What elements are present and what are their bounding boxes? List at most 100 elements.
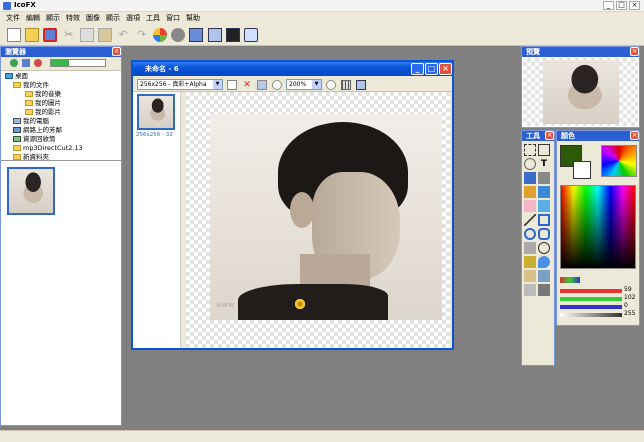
tree-item-pictures[interactable]: 我的圖片	[5, 99, 121, 108]
app-title: IcoFX	[14, 1, 36, 9]
tree-item-desktop[interactable]: 桌面	[5, 72, 121, 81]
green-slider[interactable]	[560, 297, 622, 301]
preview-windows-icon[interactable]	[189, 28, 204, 42]
windows-logo-icon[interactable]	[152, 28, 167, 42]
export-icon[interactable]	[257, 79, 267, 90]
colors-close-icon[interactable]: ×	[630, 131, 639, 140]
new-file-icon[interactable]	[7, 28, 21, 42]
tree-item-network[interactable]: 網路上的芳鄰	[5, 126, 121, 135]
red-value: 59	[624, 286, 632, 293]
apple-logo-icon[interactable]	[171, 28, 186, 42]
delete-image-icon[interactable]: ✕	[242, 80, 252, 90]
menu-tools[interactable]: 工具	[146, 13, 160, 23]
dodge-tool-icon[interactable]	[524, 284, 536, 296]
dropper-tool-icon[interactable]	[524, 256, 536, 268]
burn-tool-icon[interactable]	[538, 284, 550, 296]
brush-tool-icon[interactable]	[538, 186, 550, 198]
file-thumbnail[interactable]	[7, 167, 55, 215]
new-image-icon[interactable]	[227, 79, 237, 90]
zoom-select[interactable]: 200% ▼	[286, 79, 322, 90]
zoom-in-icon[interactable]	[326, 79, 336, 90]
palette-grid[interactable]	[601, 145, 637, 177]
explorer-close-icon[interactable]: ×	[112, 47, 121, 56]
pencil-tool-icon[interactable]	[524, 186, 536, 198]
eraser-tool-icon[interactable]	[524, 200, 536, 212]
text-tool-icon[interactable]: T	[538, 158, 550, 170]
tree-item-documents[interactable]: 我的文件	[5, 81, 121, 90]
tools-close-icon[interactable]: ×	[545, 131, 554, 140]
blue-slider[interactable]	[560, 305, 622, 309]
tree-item-videos[interactable]: 我的影片	[5, 108, 121, 117]
zoom-out-icon[interactable]	[272, 79, 282, 90]
folder-icon	[13, 82, 21, 88]
menu-view[interactable]: 顯示	[46, 13, 60, 23]
favorite-icon[interactable]	[34, 59, 43, 67]
menu-options[interactable]: 選項	[126, 13, 140, 23]
smudge-tool-icon[interactable]	[524, 242, 536, 254]
open-folder-icon[interactable]	[25, 28, 40, 42]
preview-image-area	[523, 58, 638, 126]
canvas-area[interactable]: WWW	[186, 92, 450, 348]
crop-tool-icon[interactable]	[538, 144, 550, 156]
fill-tool-icon[interactable]	[524, 172, 536, 184]
spray-tool-icon[interactable]	[538, 200, 550, 212]
document-minimize-icon[interactable]: _	[411, 63, 424, 75]
folder-tree: 桌面 我的文件 我的音樂 我的圖片 我的影片 我的電腦 網路上的芳鄰 資源回收筒…	[1, 71, 121, 161]
minimize-button[interactable]: _	[603, 1, 614, 10]
document-maximize-icon[interactable]: □	[425, 63, 438, 75]
view-icon[interactable]	[22, 59, 31, 67]
menu-display[interactable]: 顯示	[106, 13, 120, 23]
document-title-bar: 未命名 - 6 _ □ ×	[133, 62, 452, 76]
menu-image[interactable]: 圖像	[86, 13, 100, 23]
select-tool-icon[interactable]	[524, 144, 536, 156]
preview-toggle-icon[interactable]	[207, 28, 222, 42]
red-slider[interactable]	[560, 289, 622, 293]
image-format-thumbnail[interactable]	[137, 94, 175, 130]
rectangle-tool-icon[interactable]	[538, 214, 550, 226]
ellipse-tool-icon[interactable]	[524, 228, 536, 240]
menu-file[interactable]: 文件	[6, 13, 20, 23]
redo-icon[interactable]: ↷	[135, 28, 149, 42]
tree-item-music[interactable]: 我的音樂	[5, 90, 121, 99]
tree-item-mp3directcut[interactable]: mp3DirectCut2.13	[5, 144, 121, 153]
preview-dark-icon[interactable]	[225, 28, 240, 42]
menu-effects[interactable]: 特效	[66, 13, 80, 23]
close-button[interactable]: ×	[629, 1, 640, 10]
water-drop-tool-icon[interactable]	[538, 256, 550, 268]
zoom-preview-icon[interactable]	[244, 28, 259, 42]
alpha-slider[interactable]	[560, 313, 622, 317]
menu-help[interactable]: 幫助	[186, 13, 200, 23]
menu-window[interactable]: 窗口	[166, 13, 180, 23]
undo-icon[interactable]: ↶	[116, 28, 130, 42]
rounded-rect-tool-icon[interactable]	[538, 228, 550, 240]
grid-icon[interactable]	[341, 79, 351, 90]
menu-edit[interactable]: 編輯	[26, 13, 40, 23]
sharpen-tool-icon[interactable]	[538, 270, 550, 282]
document-close-icon[interactable]: ×	[439, 63, 452, 75]
preview-close-icon[interactable]: ×	[630, 47, 639, 56]
save-icon[interactable]	[43, 28, 58, 42]
secondary-color-swatch[interactable]	[573, 161, 591, 179]
alpha-strip[interactable]	[560, 277, 580, 283]
guides-icon[interactable]	[356, 79, 366, 90]
maximize-button[interactable]: □	[616, 1, 627, 10]
portrait-shirt	[238, 284, 388, 320]
blur-tool-icon[interactable]	[524, 270, 536, 282]
tree-item-computer[interactable]: 我的電腦	[5, 117, 121, 126]
document-toolbar: 256x256 - 真彩+Alpha ▼ ✕ 200% ▼	[133, 76, 452, 92]
line-tool-icon[interactable]	[524, 214, 536, 226]
menu-bar: 文件 編輯 顯示 特效 圖像 顯示 選項 工具 窗口 幫助	[0, 12, 644, 24]
zoom-tool-icon[interactable]	[538, 242, 550, 254]
explorer-thumbnail-grid	[1, 161, 121, 416]
refresh-icon[interactable]	[10, 59, 18, 67]
format-select[interactable]: 256x256 - 真彩+Alpha ▼	[137, 79, 223, 90]
eyedropper-tool-icon[interactable]	[538, 172, 550, 184]
cut-icon[interactable]: ✂	[62, 28, 76, 42]
lasso-tool-icon[interactable]	[524, 158, 536, 170]
tree-item-recycle-bin[interactable]: 資源回收筒	[5, 135, 121, 144]
thumbnail-size-slider[interactable]	[49, 59, 106, 67]
paste-icon[interactable]	[98, 28, 113, 42]
portrait-ear	[290, 192, 314, 228]
copy-icon[interactable]	[79, 28, 94, 42]
color-spectrum[interactable]	[560, 185, 636, 269]
